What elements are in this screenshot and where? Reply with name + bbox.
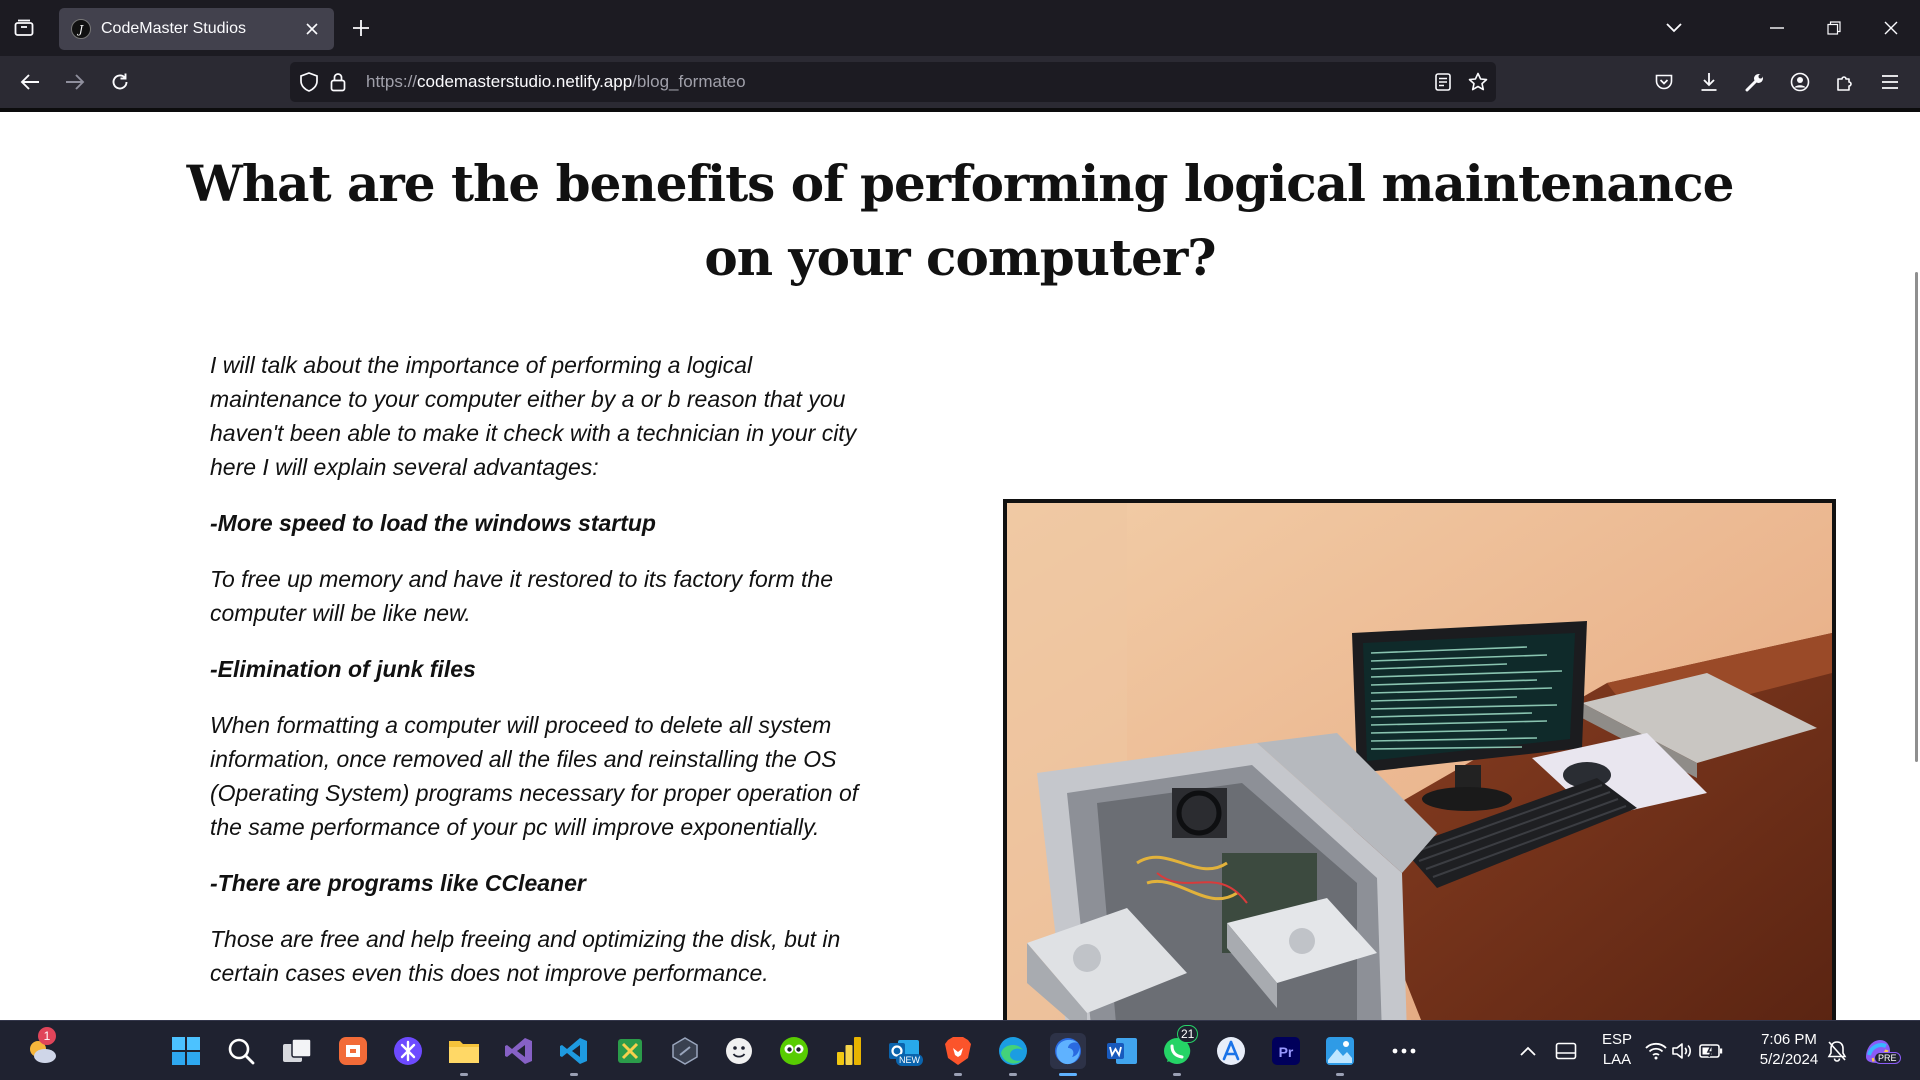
web-page-content: What are the benefits of performing logi… — [0, 112, 1920, 1020]
vs-code-icon[interactable] — [556, 1033, 592, 1076]
active-indicator — [1059, 1073, 1077, 1076]
more-apps-ellipsis-icon[interactable] — [1386, 1033, 1422, 1069]
browser-tab-bar: J CodeMaster Studios — [0, 0, 1920, 56]
photos-icon[interactable] — [1322, 1033, 1358, 1076]
copilot-preview-tag: PRE — [1874, 1052, 1901, 1064]
paragraph-junk-files: When formatting a computer will proceed … — [210, 712, 859, 840]
extensions-icon[interactable] — [1829, 66, 1861, 98]
power-bi-icon[interactable] — [831, 1033, 867, 1069]
minimize-icon[interactable] — [1761, 12, 1793, 44]
visual-studio-icon[interactable] — [501, 1033, 537, 1069]
address-bar[interactable]: https://codemasterstudio.netlify.app/blo… — [290, 62, 1496, 102]
running-indicator — [1009, 1073, 1017, 1076]
battery-charging-icon[interactable] — [1698, 1033, 1724, 1069]
volume-icon[interactable] — [1670, 1033, 1696, 1069]
bookmark-star-icon[interactable] — [1466, 70, 1490, 94]
new-tab-icon[interactable] — [347, 14, 375, 42]
downloads-icon[interactable] — [1693, 66, 1725, 98]
running-indicator — [1173, 1073, 1181, 1076]
site-favicon-icon: J — [71, 19, 91, 39]
word-icon[interactable] — [1104, 1033, 1140, 1069]
reload-icon[interactable] — [104, 66, 136, 98]
notifications-bell-icon[interactable] — [1824, 1033, 1850, 1069]
whatsapp-badge: 21 — [1177, 1025, 1199, 1043]
clock-date: 5/2/2024 — [1759, 1051, 1819, 1068]
outlook-new-icon[interactable]: NEW — [886, 1033, 923, 1069]
paragraph-ccleaner: Those are free and help freeing and opti… — [210, 926, 841, 986]
tablet-keyboard-icon[interactable] — [1548, 1033, 1584, 1069]
pocket-icon[interactable] — [1648, 66, 1680, 98]
url-text[interactable]: https://codemasterstudio.netlify.app/blo… — [366, 72, 746, 92]
tab-list-icon[interactable] — [10, 14, 38, 42]
app-menu-hamburger-icon[interactable] — [1874, 66, 1906, 98]
running-indicator — [954, 1073, 962, 1076]
page-scrollbar[interactable] — [1912, 112, 1920, 1020]
dark-app-icon[interactable] — [667, 1033, 703, 1069]
restore-icon[interactable] — [1818, 12, 1850, 44]
forward-icon[interactable] — [59, 66, 91, 98]
search-icon[interactable] — [223, 1033, 259, 1069]
input-language-indicator[interactable]: ESP LAA — [1598, 1030, 1636, 1070]
clock-time: 7:06 PM — [1761, 1031, 1817, 1048]
brave-browser-icon[interactable] — [940, 1033, 976, 1076]
reader-view-icon[interactable] — [1431, 70, 1455, 94]
dev-tools-wrench-icon[interactable] — [1739, 66, 1771, 98]
section-heading-junk-files: -Elimination of junk files — [210, 656, 476, 682]
app-launcher-icon[interactable] — [335, 1033, 371, 1069]
running-indicator — [570, 1073, 578, 1076]
running-indicator — [1336, 1073, 1344, 1076]
url-host: codemasterstudio.netlify.app — [417, 72, 633, 91]
proton-vpn-icon[interactable] — [390, 1033, 426, 1069]
windows-start-icon[interactable] — [168, 1033, 204, 1069]
svg-text:Pr: Pr — [1279, 1044, 1294, 1060]
copilot-icon[interactable]: PRE — [1860, 1033, 1901, 1069]
intro-paragraph: I will talk about the importance of perf… — [210, 352, 857, 480]
firefox-browser-icon[interactable] — [1050, 1033, 1086, 1076]
article-photo-computer — [1003, 499, 1836, 1020]
file-explorer-icon[interactable] — [446, 1033, 482, 1076]
emoji-app-icon[interactable] — [721, 1033, 757, 1069]
back-icon[interactable] — [14, 66, 46, 98]
outlook-new-tag: NEW — [896, 1054, 923, 1066]
tab-codemaster[interactable]: J CodeMaster Studios — [59, 8, 334, 50]
wifi-icon[interactable] — [1644, 1033, 1668, 1069]
running-indicator — [460, 1073, 468, 1076]
chevron-down-icon[interactable] — [1658, 12, 1690, 44]
clock[interactable]: 7:06 PM 5/2/2024 — [1744, 1030, 1834, 1070]
section-heading-speed: -More speed to load the windows startup — [210, 510, 656, 536]
url-path: /blog_formateo — [632, 72, 746, 91]
scrollbar-thumb[interactable] — [1915, 272, 1918, 762]
section-heading-ccleaner: -There are programs like CCleaner — [210, 870, 586, 896]
paragraph-speed: To free up memory and have it restored t… — [210, 566, 833, 626]
duolingo-icon[interactable] — [776, 1033, 812, 1069]
url-scheme: https:// — [366, 72, 418, 91]
edge-browser-icon[interactable] — [995, 1033, 1031, 1076]
tracking-protection-shield-icon[interactable] — [297, 70, 321, 94]
close-tab-icon[interactable] — [302, 19, 322, 39]
browser-nav-bar: https://codemasterstudio.netlify.app/blo… — [0, 56, 1920, 108]
weather-widget-icon[interactable]: 1 — [24, 1027, 60, 1069]
task-view-icon[interactable] — [279, 1033, 315, 1069]
lock-icon[interactable] — [326, 70, 350, 94]
premiere-pro-icon[interactable]: Pr — [1268, 1033, 1304, 1069]
windows-taskbar: 1 NEW 21 Pr ESP LAA 7:06 PM 5/2/2024 PRE — [0, 1020, 1920, 1080]
show-hidden-icons-chevron-up-icon[interactable] — [1510, 1033, 1546, 1069]
snipping-tool-icon[interactable] — [612, 1033, 648, 1069]
whatsapp-icon[interactable]: 21 — [1159, 1025, 1199, 1076]
keyboard-layout: LAA — [1602, 1051, 1632, 1068]
article-title: What are the benefits of performing logi… — [186, 154, 1735, 287]
app-store-icon[interactable] — [1213, 1033, 1249, 1069]
tab-title: CodeMaster Studios — [101, 20, 246, 37]
language-code: ESP — [1601, 1031, 1632, 1048]
article-body: I will talk about the importance of perf… — [210, 348, 860, 1012]
weather-badge: 1 — [38, 1027, 56, 1045]
close-window-icon[interactable] — [1875, 12, 1907, 44]
account-icon[interactable] — [1784, 66, 1816, 98]
